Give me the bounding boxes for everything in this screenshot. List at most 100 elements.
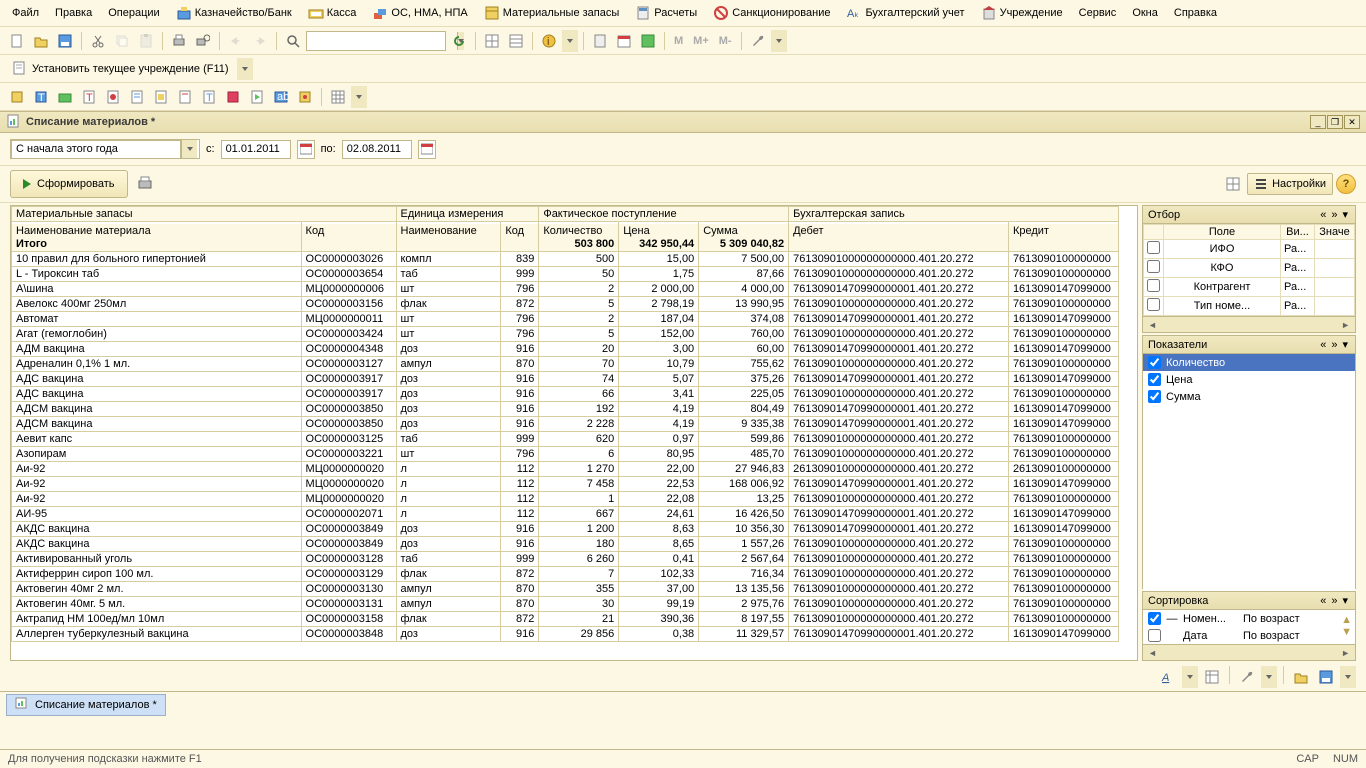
filter-col-kind[interactable]: Ви... [1281,225,1315,240]
search-combo[interactable] [306,31,446,51]
menu-edit[interactable]: Правка [49,2,98,24]
m-plus-icon[interactable]: М+ [689,30,713,52]
tb3-icon-2[interactable]: T [30,86,52,108]
table-row[interactable]: Аи-92МЦ0000000020л112 7 45822,53168 006,… [12,477,1119,492]
col-unit-code[interactable]: Код [501,223,539,238]
col-price[interactable]: Цена [619,223,699,238]
menu-windows[interactable]: Окна [1126,2,1164,24]
table-row[interactable]: L - Тироксин табОС0000003654таб999 501,7… [12,267,1119,282]
info-dropdown-icon[interactable] [562,30,578,52]
panel-dropdown-icon[interactable]: ▾ [1340,338,1350,351]
calendar-icon[interactable] [613,30,635,52]
table-row[interactable]: Активированный угольОС0000003128таб999 6… [12,552,1119,567]
table-row[interactable]: АКДС вакцинаОС0000003849доз916 1 2008,63… [12,522,1119,537]
measure-checkbox[interactable] [1148,390,1161,403]
menu-sanction[interactable]: Санкционирование [707,2,836,24]
open-icon[interactable] [30,30,52,52]
col-group-acct[interactable]: Бухгалтерская запись [789,207,1119,222]
col-name[interactable]: Наименование материала [12,223,302,238]
col-sum[interactable]: Сумма [699,223,789,238]
period-range-input[interactable] [11,140,181,159]
tb3-icon-14[interactable] [327,86,349,108]
calendar-to-icon[interactable] [418,140,436,159]
panel-next-icon[interactable]: » [1329,209,1339,221]
table-row[interactable]: А\шинаМЦ0000000006шт796 22 000,004 000,0… [12,282,1119,297]
wrench-dropdown-icon[interactable] [771,30,787,52]
menu-inventory[interactable]: Материальные запасы [478,2,626,24]
filter-checkbox[interactable] [1147,279,1160,292]
org-dropdown-icon[interactable] [237,58,253,80]
table-row[interactable]: АДС вакцинаОС0000003917доз916 745,07375,… [12,372,1119,387]
table-icon[interactable] [1222,173,1244,195]
table-row[interactable]: Агат (гемоглобин)ОС0000003424шт796 5152,… [12,327,1119,342]
restore-icon[interactable]: ❐ [1327,115,1343,129]
paste-icon[interactable] [135,30,157,52]
table-row[interactable]: АДСМ вакцинаОС0000003850доз916 2 2284,19… [12,417,1119,432]
save2-dropdown-icon[interactable] [1340,666,1356,688]
filter-checkbox[interactable] [1147,298,1160,311]
table-row[interactable]: Актрапид НМ 100ед/мл 10млОС0000003158фла… [12,612,1119,627]
m-icon[interactable]: М [670,30,687,52]
menu-org[interactable]: Учреждение [975,2,1069,24]
set-org-button[interactable]: Установить текущее учреждение (F11) [6,59,235,79]
col-group-materials[interactable]: Материальные запасы [12,207,397,222]
save2-icon[interactable] [1315,666,1337,688]
tb3-icon-12[interactable]: abc [270,86,292,108]
table-row[interactable]: Адреналин 0,1% 1 мл.ОС0000003127ампул870… [12,357,1119,372]
table-row[interactable]: Актовегин 40мг. 5 мл.ОС0000003131ампул87… [12,597,1119,612]
sort-row[interactable]: — Номен... По возраст [1143,610,1337,627]
table-row[interactable]: Аевит капсОС0000003125таб999 6200,97599,… [12,432,1119,447]
font-dropdown-icon[interactable] [1182,666,1198,688]
panel-next-icon[interactable]: » [1329,339,1339,351]
tb3-icon-3[interactable] [54,86,76,108]
tb3-icon-4[interactable]: T [78,86,100,108]
table-row[interactable]: АДМ вакцинаОС0000004348доз916 203,0060,0… [12,342,1119,357]
table-row[interactable]: АДСМ вакцинаОС0000003850доз916 1924,1980… [12,402,1119,417]
period-range-combo[interactable] [10,139,200,159]
tb3-icon-1[interactable] [6,86,28,108]
panel-dropdown-icon[interactable]: ▾ [1340,594,1350,607]
menu-service[interactable]: Сервис [1073,2,1123,24]
tb3-icon-5[interactable] [102,86,124,108]
filter-row[interactable]: КФОРа... [1144,259,1355,278]
m-minus-icon[interactable]: М- [715,30,736,52]
minimize-icon[interactable]: _ [1310,115,1326,129]
copy-icon[interactable] [111,30,133,52]
menu-calc[interactable]: Расчеты [629,2,703,24]
cut-icon[interactable] [87,30,109,52]
table-row[interactable]: Актиферрин сироп 100 мл.ОС0000003129флак… [12,567,1119,582]
measure-checkbox[interactable] [1148,356,1161,369]
filter-row[interactable]: Тип номе...Ра... [1144,297,1355,316]
sort-up-icon[interactable]: ▲ [1341,614,1352,626]
menu-treasury[interactable]: Казначейство/Банк [170,2,298,24]
menu-help[interactable]: Справка [1168,2,1223,24]
new-doc-icon[interactable] [6,30,28,52]
refresh-icon[interactable] [448,30,470,52]
print-icon[interactable] [168,30,190,52]
table-row[interactable]: АДС вакцинаОС0000003917доз916 663,41225,… [12,387,1119,402]
wrench2-icon[interactable] [1236,666,1258,688]
menu-accounting[interactable]: АₖБухгалтерский учет [840,2,970,24]
sort-down-icon[interactable]: ▼ [1341,626,1352,638]
col-group-unit[interactable]: Единица измерения [396,207,539,222]
sort-scrollbar[interactable]: ◄► [1143,644,1355,660]
period-to-input[interactable] [342,140,412,159]
table-row[interactable]: АвтоматМЦ0000000011шт796 2187,04374,08 7… [12,312,1119,327]
col-code[interactable]: Код [301,223,396,238]
measure-item[interactable]: Количество [1143,354,1355,371]
table-row[interactable]: Актовегин 40мг 2 мл.ОС0000003130ампул870… [12,582,1119,597]
panel-prev-icon[interactable]: « [1318,209,1328,221]
grid2-icon[interactable] [505,30,527,52]
search-icon[interactable] [282,30,304,52]
panel-prev-icon[interactable]: « [1318,595,1328,607]
save-icon[interactable] [54,30,76,52]
sort-checkbox[interactable] [1148,612,1161,625]
print-preview-icon[interactable] [192,30,214,52]
settings-button[interactable]: Настройки [1247,173,1333,195]
wrench2-dropdown-icon[interactable] [1261,666,1277,688]
table-row[interactable]: АзопирамОС0000003221шт796 680,95485,70 7… [12,447,1119,462]
table-row[interactable]: Аллерген туберкулезный вакцинаОС00000038… [12,627,1119,642]
panel-prev-icon[interactable]: « [1318,339,1328,351]
undo-icon[interactable] [225,30,247,52]
panel-next-icon[interactable]: » [1329,595,1339,607]
